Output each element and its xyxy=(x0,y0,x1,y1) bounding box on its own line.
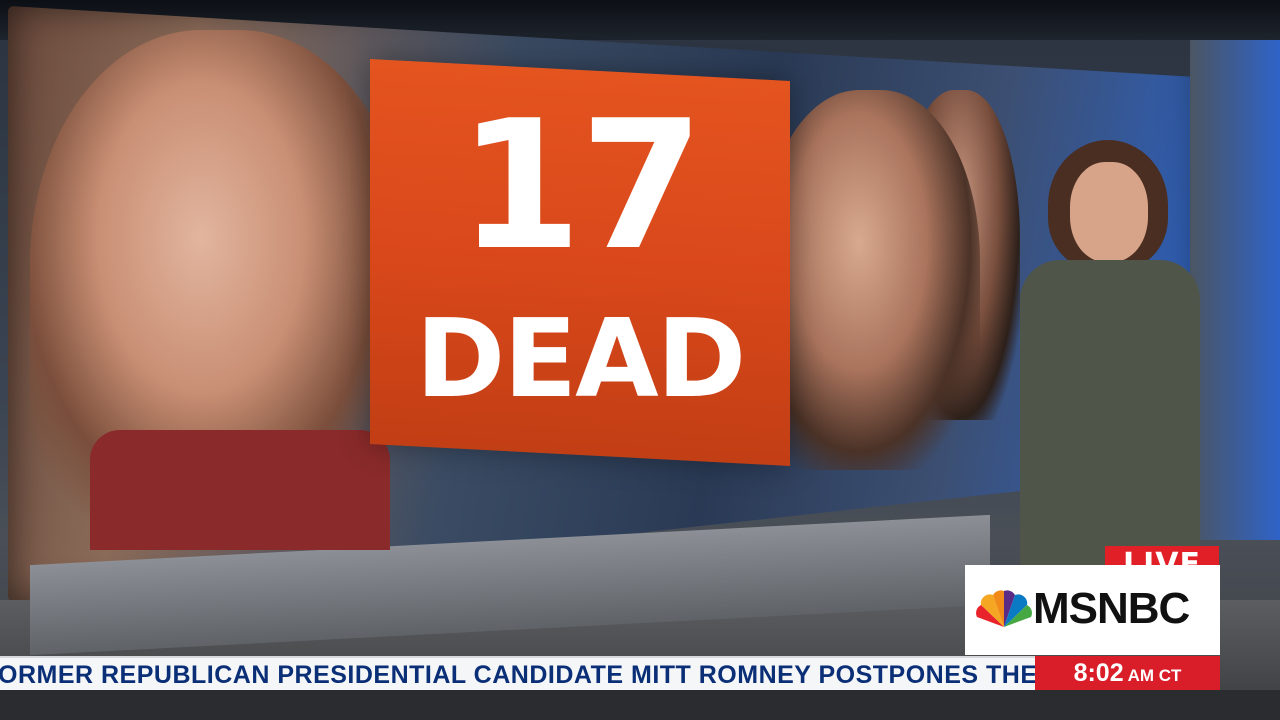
ticker-text: ORMER REPUBLICAN PRESIDENTIAL CANDIDATE … xyxy=(0,661,1035,689)
network-logo: MSNBC xyxy=(965,565,1220,655)
clock-time: 8:02 xyxy=(1073,659,1124,687)
clock-timezone: AM CT xyxy=(1127,666,1182,685)
mourner-photo-middle xyxy=(760,90,980,470)
anchor-dress xyxy=(1020,260,1200,570)
mourner-shirt xyxy=(90,430,390,550)
network-logo-text: MSNBC xyxy=(1033,584,1190,633)
anchor-face xyxy=(1070,162,1148,262)
headline-word: DEAD xyxy=(415,297,747,422)
news-ticker: ORMER REPUBLICAN PRESIDENTIAL CANDIDATE … xyxy=(0,656,1035,692)
broadcast-clock: 8:02 AM CT xyxy=(1035,656,1220,690)
news-anchor xyxy=(1010,140,1210,570)
nbc-peacock-icon xyxy=(976,590,1032,627)
headline-number: 17 xyxy=(458,82,704,289)
lower-bar xyxy=(0,690,1280,720)
